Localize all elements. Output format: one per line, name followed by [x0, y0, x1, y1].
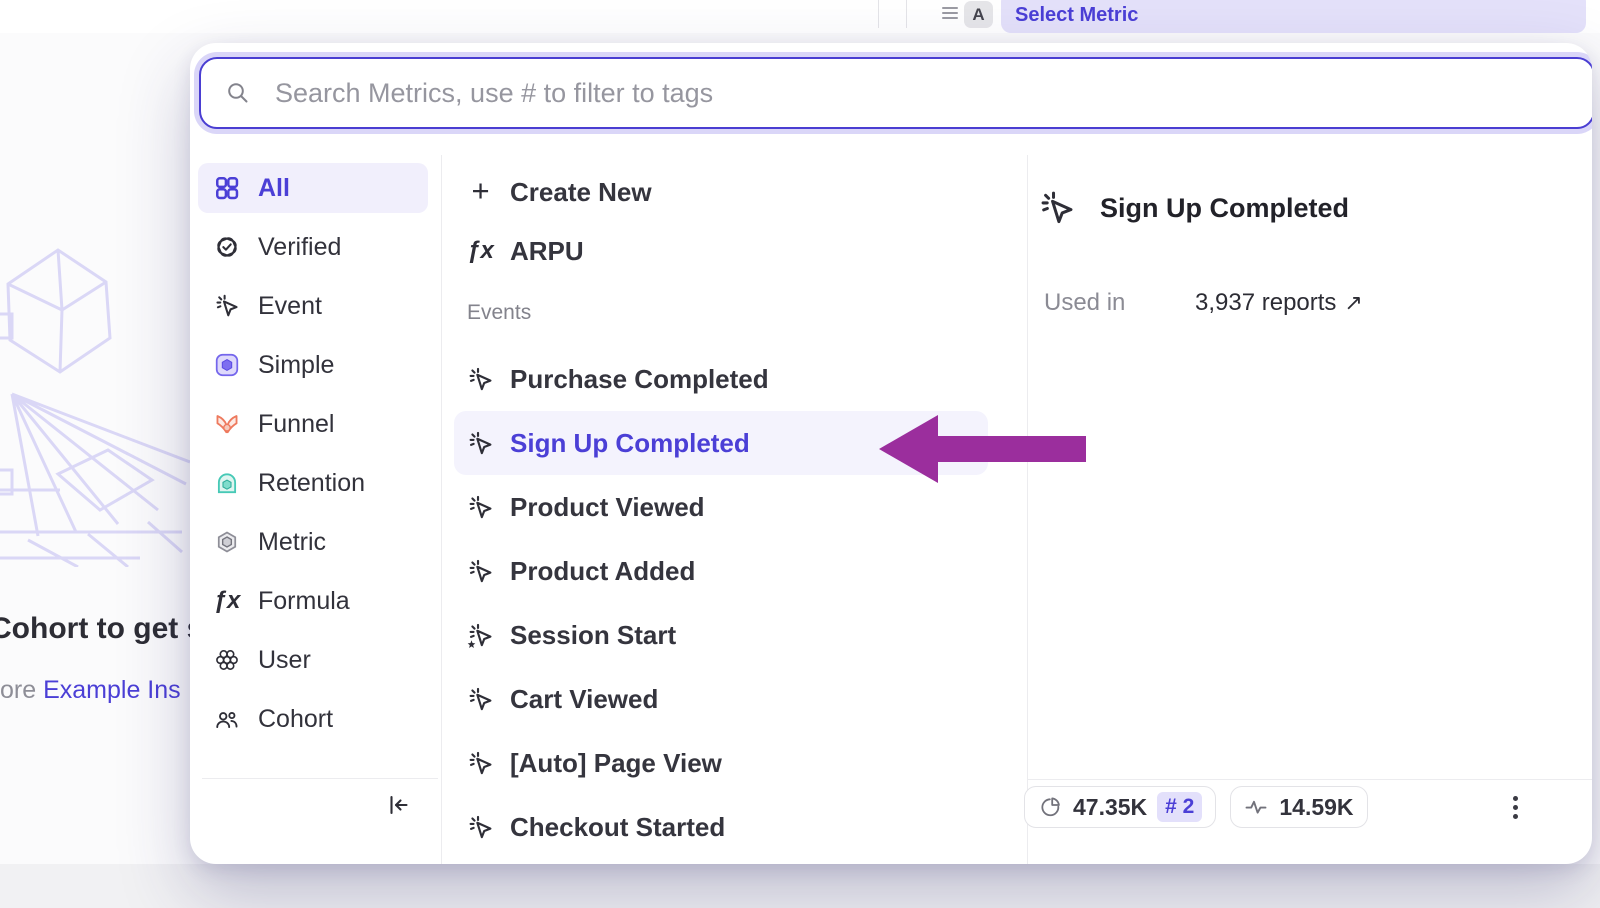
collapse-sidebar-button[interactable] [376, 783, 420, 827]
screen: Cohort to get s ore Example Ins A Select… [0, 0, 1600, 908]
page-bottom-strip [0, 864, 1600, 908]
more-options-button[interactable] [1509, 792, 1522, 823]
event-spark-icon [467, 750, 494, 777]
sidebar-item-simple[interactable]: Simple [198, 340, 441, 390]
activity-count-badge[interactable]: 14.59K [1230, 786, 1367, 828]
background-link-prefix: ore [0, 676, 43, 704]
detail-footer: 47.35K # 2 14.59K [1024, 786, 1522, 828]
divider [1027, 155, 1028, 864]
divider [906, 0, 907, 28]
event-spark-icon [1038, 189, 1076, 227]
search-icon [225, 80, 251, 106]
simple-icon [214, 352, 240, 378]
event-item-purchase-completed[interactable]: Purchase Completed [454, 347, 988, 411]
background-headline: Cohort to get s [0, 612, 192, 646]
list-item-arpu[interactable]: ƒx ARPU [454, 225, 988, 277]
activity-pulse-icon [1244, 795, 1269, 820]
search-box[interactable] [199, 57, 1592, 129]
create-new-button[interactable]: + Create New [454, 166, 988, 218]
select-metric-label: Select Metric [1015, 4, 1138, 27]
event-spark-icon [467, 814, 494, 841]
divider [878, 0, 879, 28]
retention-icon [214, 470, 240, 496]
user-cluster-icon [214, 647, 240, 673]
event-item-cart-viewed[interactable]: Cart Viewed [454, 667, 988, 731]
background-wireframe-art [0, 222, 190, 567]
sidebar-item-formula[interactable]: ƒx Formula [198, 576, 441, 626]
formula-fx-icon: ƒx [467, 238, 494, 265]
divider [1028, 779, 1592, 780]
total-count-badge[interactable]: 47.35K # 2 [1024, 786, 1216, 828]
sidebar-item-event[interactable]: Event [198, 281, 441, 331]
events-section-label: Events [467, 301, 988, 325]
metric-hexagon-icon [214, 529, 240, 555]
detail-panel-title: Sign Up Completed [1038, 189, 1349, 227]
external-link-arrow-icon: ↗ [1344, 290, 1362, 316]
event-spark-icon [467, 686, 494, 713]
pie-chart-icon [1038, 795, 1063, 820]
search-input[interactable] [273, 77, 1592, 110]
event-spark-icon [467, 430, 494, 457]
event-item-auto-page-view[interactable]: [Auto] Page View [454, 731, 988, 795]
event-spark-star-icon [467, 622, 494, 649]
event-item-product-viewed[interactable]: Product Viewed [454, 475, 988, 539]
event-spark-icon [467, 366, 494, 393]
background-link-row: ore Example Ins [0, 676, 192, 705]
metric-picker-dialog: All Verified Event Simple Funnel Retenti… [190, 43, 1592, 864]
drag-handle-icon[interactable] [942, 7, 958, 19]
select-metric-field[interactable]: Select Metric [1001, 0, 1586, 33]
metric-letter-badge: A [964, 1, 993, 28]
verified-seal-icon [214, 234, 240, 260]
event-item-product-added[interactable]: Product Added [454, 539, 988, 603]
event-spark-icon [467, 494, 494, 521]
funnel-icon [214, 411, 240, 437]
event-spark-icon [467, 558, 494, 585]
sidebar-item-cohort[interactable]: Cohort [198, 694, 441, 744]
event-item-session-start[interactable]: Session Start [454, 603, 988, 667]
event-item-checkout-started[interactable]: Checkout Started [454, 795, 988, 859]
cohort-people-icon [214, 706, 240, 732]
formula-fx-icon: ƒx [214, 588, 240, 614]
divider [202, 778, 438, 779]
sidebar-item-funnel[interactable]: Funnel [198, 399, 441, 449]
used-in-reports-link[interactable]: 3,937 reports [1195, 289, 1336, 317]
query-builder-bar: A Select Metric [0, 0, 1600, 33]
grid-icon [214, 175, 240, 201]
detail-title-text: Sign Up Completed [1100, 193, 1349, 224]
plus-icon: + [467, 179, 494, 206]
divider [441, 155, 442, 864]
sidebar-item-retention[interactable]: Retention [198, 458, 441, 508]
used-in-row: Used in 3,937 reports ↗ [1044, 289, 1363, 317]
sidebar-item-all[interactable]: All [198, 163, 428, 213]
example-insights-link[interactable]: Example Ins [43, 676, 181, 704]
metric-list: + Create New ƒx ARPU Events Purchase Com… [454, 166, 988, 859]
event-spark-icon [214, 293, 240, 319]
used-in-label: Used in [1044, 289, 1195, 317]
collapse-left-icon [385, 792, 411, 818]
category-sidebar: All Verified Event Simple Funnel Retenti… [198, 163, 441, 753]
events-list: Purchase Completed Sign Up Completed Pro… [454, 347, 988, 859]
rank-chip: # 2 [1157, 792, 1202, 822]
event-item-sign-up-completed[interactable]: Sign Up Completed [454, 411, 988, 475]
sidebar-item-verified[interactable]: Verified [198, 222, 441, 272]
sidebar-item-user[interactable]: User [198, 635, 441, 685]
sidebar-item-metric[interactable]: Metric [198, 517, 441, 567]
